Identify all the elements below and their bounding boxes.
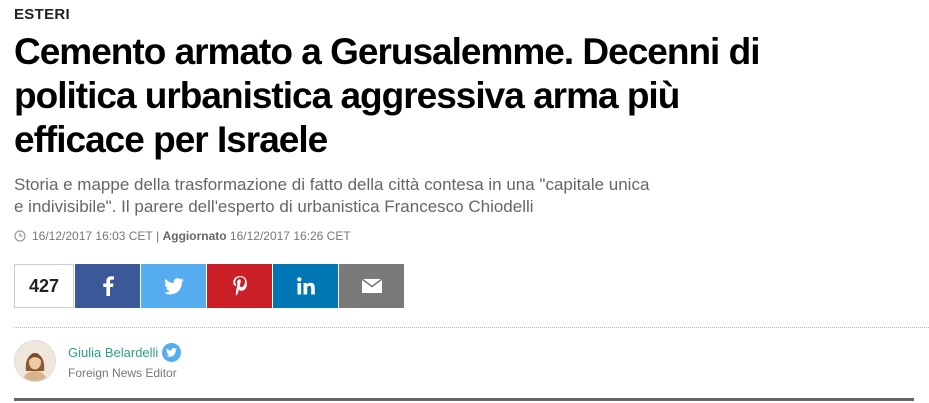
author-avatar[interactable] [14, 340, 56, 382]
bottom-rule [14, 398, 914, 401]
twitter-icon [163, 277, 184, 294]
updated-label: Aggiornato [162, 229, 227, 243]
linkedin-share-button[interactable] [273, 264, 338, 308]
share-count: 427 [14, 264, 74, 308]
updated-time: 16/12/2017 16:26 CET [229, 229, 351, 243]
twitter-share-button[interactable] [141, 264, 206, 308]
published-time: 16/12/2017 16:03 CET [32, 229, 153, 243]
article-headline: Cemento armato a Gerusalemme. Decenni di… [14, 31, 761, 160]
pinterest-icon [232, 276, 247, 296]
facebook-icon [102, 276, 114, 296]
pinterest-share-button[interactable] [207, 264, 272, 308]
author-photo [15, 341, 55, 381]
author-name[interactable]: Giulia Belardelli [68, 345, 158, 360]
author-role: Foreign News Editor [68, 365, 177, 380]
email-share-button[interactable] [339, 264, 404, 308]
share-bar: 427 [14, 264, 404, 308]
divider [14, 327, 929, 328]
twitter-icon [166, 347, 178, 357]
linkedin-icon [296, 277, 315, 295]
author-block: Giulia Belardelli Foreign News Editor [14, 340, 182, 382]
article-meta: 16/12/2017 16:03 CET | Aggiornato 16/12/… [14, 229, 351, 243]
email-icon [361, 279, 382, 293]
facebook-share-button[interactable] [75, 264, 140, 308]
author-twitter-button[interactable] [162, 342, 182, 362]
article-subtitle: Storia e mappe della trasformazione di f… [14, 175, 650, 216]
clock-icon [14, 230, 26, 242]
section-label[interactable]: ESTERI [14, 6, 70, 23]
